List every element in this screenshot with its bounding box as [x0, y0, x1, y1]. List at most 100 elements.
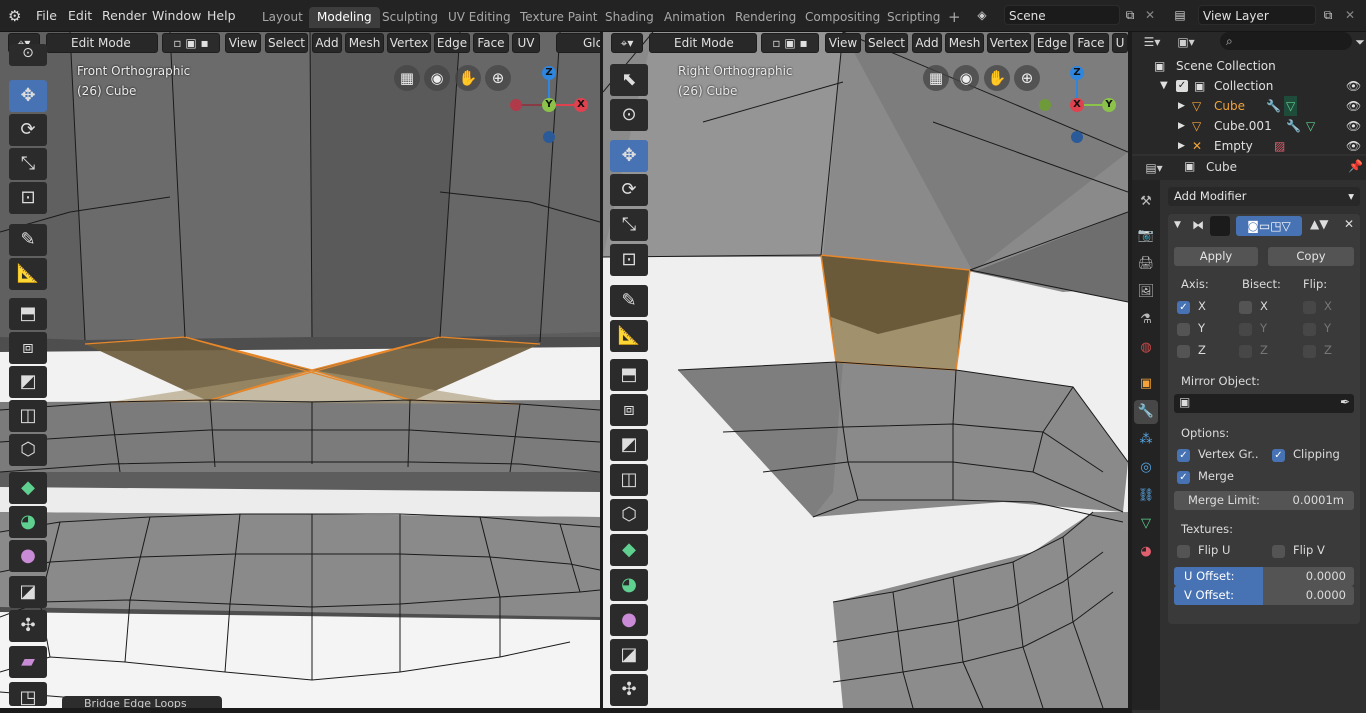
gizmo-y-axis[interactable]: Y: [542, 98, 556, 112]
outliner-editor-icon[interactable]: ☰▾: [1138, 32, 1166, 52]
move-up-down-icon[interactable]: ▲▼: [1310, 217, 1328, 231]
new-scene-icon[interactable]: ⧉: [1120, 5, 1140, 25]
menu-add[interactable]: Add: [312, 33, 342, 53]
flip-x-checkbox[interactable]: [1303, 301, 1316, 314]
eye-icon[interactable]: 👁: [1346, 96, 1361, 116]
flip-z-checkbox[interactable]: [1303, 345, 1316, 358]
outliner-object-cube[interactable]: ▶ ▽ Cube 🔧 ▽ 👁: [1132, 96, 1366, 116]
gizmo-neg-z-axis[interactable]: [543, 131, 555, 143]
menu-view[interactable]: View: [825, 33, 861, 53]
axis-z-checkbox[interactable]: [1177, 345, 1190, 358]
menu-select[interactable]: Select: [265, 33, 308, 53]
editor-type-icon[interactable]: ⌖▾: [611, 33, 643, 53]
gizmo-neg-z-axis[interactable]: [1071, 131, 1083, 143]
menu-face[interactable]: Face: [473, 33, 509, 53]
gizmo-y-axis[interactable]: Y: [1102, 98, 1116, 112]
grid-icon[interactable]: ▦: [394, 65, 420, 91]
material-tab-icon[interactable]: ◕: [1134, 540, 1158, 564]
viewport-front[interactable]: ⌖▾ Edit Mode ▫ ▣ ▪ View Select Add Mesh …: [0, 32, 600, 708]
menu-help[interactable]: Help: [207, 0, 236, 32]
move-tool-icon[interactable]: ✥: [9, 80, 47, 112]
u-offset-field[interactable]: U Offset: 0.0000: [1174, 567, 1354, 586]
tab-shading[interactable]: Shading: [597, 7, 662, 28]
hand-icon[interactable]: ✋: [455, 65, 481, 91]
bisect-y-checkbox[interactable]: [1239, 323, 1252, 336]
menu-render[interactable]: Render: [102, 0, 147, 32]
edge-slide-tool-icon[interactable]: ◪: [610, 639, 648, 671]
menu-uv[interactable]: UV: [512, 33, 540, 53]
merge-limit-field[interactable]: Merge Limit: 0.0001m: [1174, 491, 1354, 510]
rotate-tool-icon[interactable]: ⟳: [610, 174, 648, 206]
flip-y-checkbox[interactable]: [1303, 323, 1316, 336]
select-mode-buttons[interactable]: ▫ ▣ ▪: [162, 33, 220, 53]
tab-compositing[interactable]: Compositing: [797, 7, 888, 28]
scale-tool-icon[interactable]: ⤡: [9, 148, 47, 180]
constraints-tab-icon[interactable]: ⛓: [1134, 484, 1158, 508]
bisect-z-checkbox[interactable]: [1239, 345, 1252, 358]
copy-button[interactable]: Copy: [1268, 247, 1354, 266]
menu-edit[interactable]: Edit: [68, 0, 92, 32]
scene-field[interactable]: Scene: [1004, 5, 1120, 25]
vertex-groups-checkbox[interactable]: ✓: [1177, 449, 1190, 462]
v-offset-field[interactable]: V Offset: 0.0000: [1174, 586, 1354, 605]
menu-vertex[interactable]: Vertex: [987, 33, 1031, 53]
poly-build-tool-icon[interactable]: ◆: [9, 472, 47, 504]
gizmo-z-axis[interactable]: Z: [1070, 66, 1084, 80]
tab-layout[interactable]: Layout: [254, 7, 311, 28]
menu-file[interactable]: File: [36, 0, 57, 32]
menu-uv[interactable]: U: [1112, 33, 1128, 53]
mirror-object-field[interactable]: ▣ ✒: [1174, 394, 1354, 413]
image-icon[interactable]: ▨: [1274, 136, 1285, 154]
select-box-tool-icon[interactable]: ⬉: [610, 64, 648, 96]
tab-modeling[interactable]: Modeling: [309, 7, 380, 28]
shrink-fatten-tool-icon[interactable]: ✣: [9, 610, 47, 642]
display-mode-icon[interactable]: ▣▾: [1172, 32, 1200, 52]
chevron-right-icon[interactable]: ▶: [1178, 96, 1185, 116]
new-view-layer-icon[interactable]: ⧉: [1318, 5, 1338, 25]
outliner-collection[interactable]: ▼ ✓ ▣ Collection 👁: [1132, 76, 1366, 96]
hand-icon[interactable]: ✋: [984, 65, 1010, 91]
shrink-fatten-tool-icon[interactable]: ✣: [610, 674, 648, 706]
gizmo-neg-x-axis[interactable]: [510, 99, 522, 111]
transform-tool-icon[interactable]: ⊡: [610, 244, 648, 276]
menu-face[interactable]: Face: [1073, 33, 1109, 53]
object-tab-icon[interactable]: ▣: [1134, 372, 1158, 396]
measure-tool-icon[interactable]: 📐: [610, 320, 648, 352]
mode-selector[interactable]: Edit Mode: [649, 33, 757, 53]
bevel-tool-icon[interactable]: ◩: [9, 366, 47, 398]
outliner-scene-collection[interactable]: ▣ Scene Collection: [1132, 56, 1366, 76]
grid-icon[interactable]: ▦: [923, 65, 949, 91]
extrude-tool-icon[interactable]: ⬒: [9, 298, 47, 330]
axis-x-checkbox[interactable]: ✓: [1177, 301, 1190, 314]
chevron-down-icon[interactable]: ▼: [1160, 76, 1168, 96]
menu-mesh[interactable]: Mesh: [345, 33, 384, 53]
world-tab-icon[interactable]: ◍: [1134, 336, 1158, 360]
scale-tool-icon[interactable]: ⤡: [610, 209, 648, 241]
render-tab-icon[interactable]: 📷: [1134, 224, 1158, 248]
remove-view-layer-icon[interactable]: ✕: [1340, 5, 1360, 25]
poly-build-tool-icon[interactable]: ◆: [610, 534, 648, 566]
spin-tool-icon[interactable]: ◕: [9, 506, 47, 538]
chevron-right-icon[interactable]: ▶: [1178, 136, 1185, 154]
menu-add[interactable]: Add: [912, 33, 942, 53]
chevron-down-icon[interactable]: ▼: [1174, 220, 1181, 230]
modifier-tab-icon[interactable]: 🔧: [1134, 400, 1158, 424]
annotate-tool-icon[interactable]: ✎: [610, 285, 648, 317]
cursor-tool-icon[interactable]: ⊙: [610, 99, 648, 131]
outliner-object-empty[interactable]: ▶ ✕ Empty ▨ 👁: [1132, 136, 1366, 154]
viewport-right[interactable]: ⌖▾ Edit Mode ▫ ▣ ▪ View Select Add Mesh …: [603, 32, 1128, 708]
outliner-search-input[interactable]: ⌕: [1220, 32, 1352, 50]
mesh-data-icon[interactable]: ▽: [1284, 96, 1298, 116]
knife-tool-icon[interactable]: ⬡: [610, 499, 648, 531]
eye-icon[interactable]: 👁: [1346, 76, 1361, 96]
knife-tool-icon[interactable]: ⬡: [9, 434, 47, 466]
spin-tool-icon[interactable]: ◕: [610, 569, 648, 601]
loop-cut-tool-icon[interactable]: ◫: [610, 464, 648, 496]
properties-editor-icon[interactable]: ▤▾: [1140, 158, 1168, 178]
menu-mesh[interactable]: Mesh: [945, 33, 984, 53]
blender-logo-icon[interactable]: ⚙: [8, 0, 21, 32]
rotate-tool-icon[interactable]: ⟳: [9, 114, 47, 146]
eye-icon[interactable]: 👁: [1346, 136, 1361, 154]
shear-tool-icon[interactable]: ▰: [9, 646, 47, 678]
measure-tool-icon[interactable]: 📐: [9, 258, 47, 290]
